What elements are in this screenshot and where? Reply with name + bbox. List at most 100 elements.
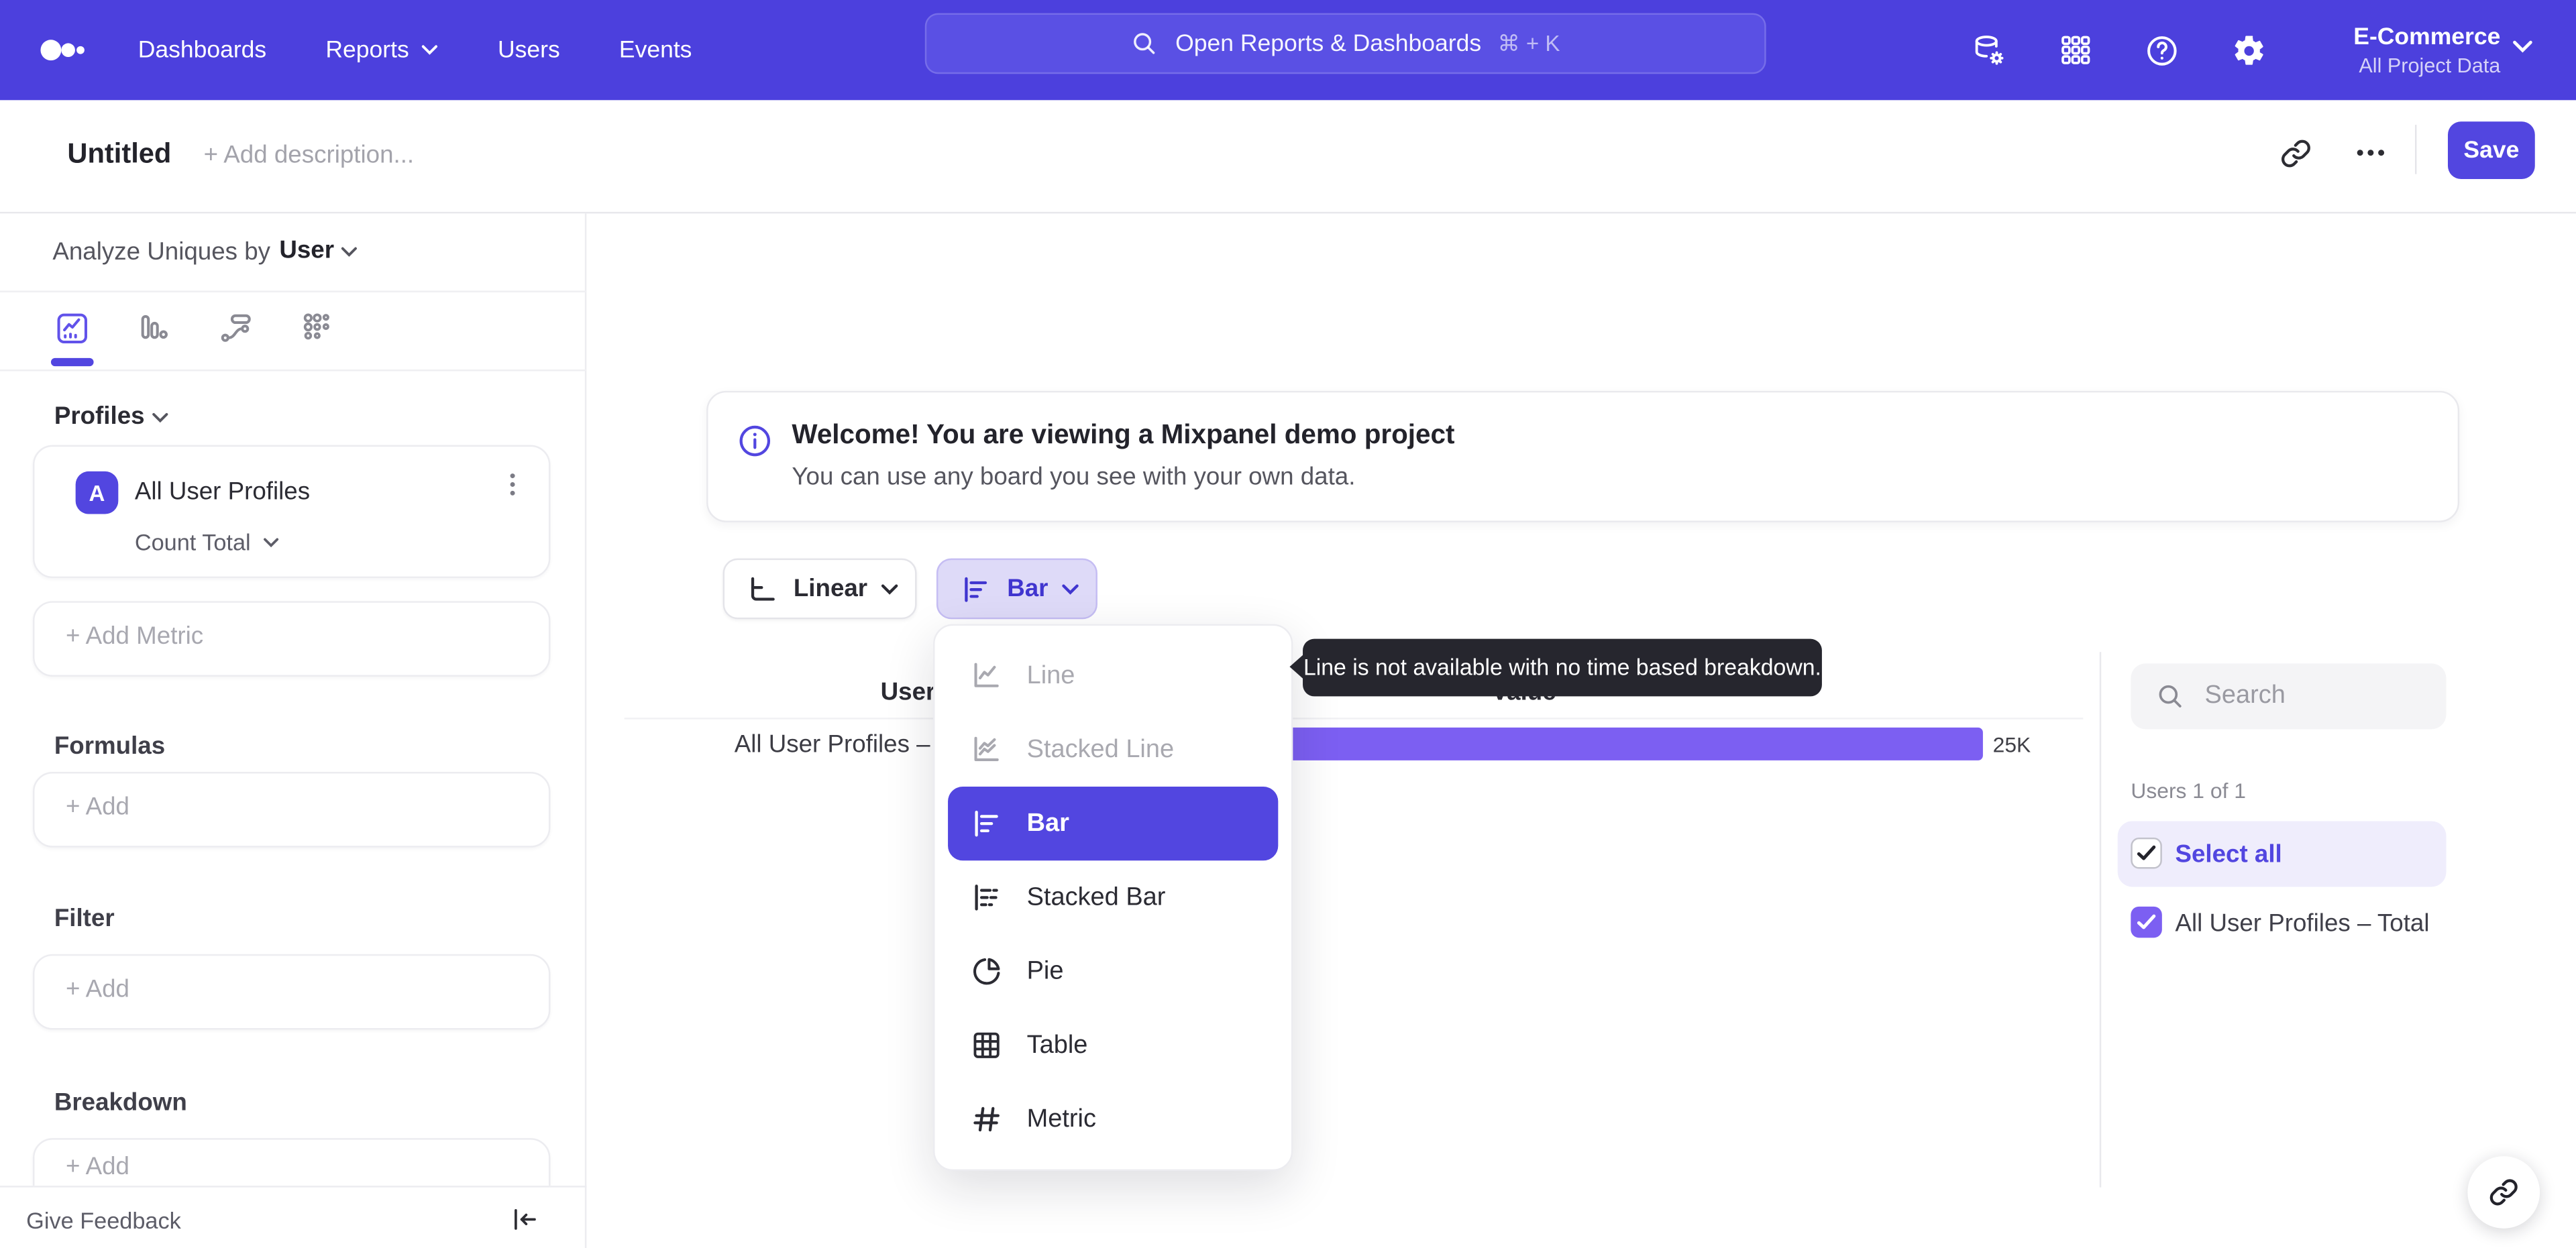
- nav-item-users[interactable]: Users: [498, 37, 560, 63]
- tooltip-text: Line is not available with no time based…: [1303, 655, 1821, 680]
- metric-name[interactable]: All User Profiles: [135, 478, 310, 506]
- banner-subtitle: You can use any board you see with your …: [792, 463, 1356, 492]
- chevron-down-icon: [2512, 40, 2533, 54]
- chart-type-dropdown-button[interactable]: Bar: [936, 558, 1097, 620]
- collapse-sidebar-icon[interactable]: [509, 1204, 541, 1235]
- add-formula-label: + Add: [65, 793, 129, 821]
- bar-chart-icon: [969, 806, 1004, 840]
- aggregation-dropdown[interactable]: Count Total: [135, 529, 251, 555]
- stacked-bar-chart-icon: [969, 881, 1004, 915]
- menu-item-label: Line: [1026, 661, 1075, 689]
- scale-label: Linear: [793, 575, 868, 603]
- select-all-label[interactable]: Select all: [2175, 841, 2282, 869]
- nav-item-label: Users: [497, 37, 560, 64]
- menu-item-line[interactable]: Line: [948, 639, 1278, 713]
- menu-item-table[interactable]: Table: [948, 1009, 1278, 1082]
- banner-title: Welcome! You are viewing a Mixpanel demo…: [792, 420, 1455, 451]
- series-label[interactable]: All User Profiles – Total: [2175, 910, 2429, 938]
- line-chart-icon: [969, 659, 1004, 693]
- add-breakdown-label: + Add: [65, 1153, 129, 1181]
- mixpanel-logo-icon[interactable]: [40, 36, 86, 64]
- project-name: E-Commerce: [2353, 23, 2501, 50]
- settings-gear-icon[interactable]: [2231, 32, 2267, 68]
- chevron-down-icon: [1061, 582, 1079, 595]
- save-button[interactable]: Save: [2447, 121, 2535, 179]
- tab-insights[interactable]: [54, 310, 91, 347]
- table-icon: [969, 1028, 1004, 1062]
- project-switcher[interactable]: E-Commerce All Project Data: [2316, 0, 2500, 100]
- series-checkbox[interactable]: [2131, 906, 2162, 938]
- filter-section-label: Filter: [54, 905, 115, 933]
- project-scope: All Project Data: [2359, 53, 2501, 76]
- tooltip: Line is not available with no time based…: [1303, 638, 1822, 697]
- sidebar-divider: [0, 370, 587, 372]
- kebab-menu-icon[interactable]: [498, 469, 527, 499]
- menu-item-bar[interactable]: Bar: [948, 787, 1279, 861]
- menu-item-pie[interactable]: Pie: [948, 934, 1278, 1008]
- menu-item-label: Pie: [1026, 956, 1064, 985]
- nav-links: Dashboards Reports Users Events: [138, 0, 692, 100]
- analyze-entity-dropdown[interactable]: User: [279, 237, 334, 265]
- chevron-down-icon: [151, 412, 169, 424]
- menu-item-label: Stacked Line: [1026, 734, 1175, 763]
- chevron-down-icon: [263, 537, 279, 549]
- search-icon: [2155, 681, 2185, 711]
- copy-link-icon[interactable]: [2273, 131, 2316, 174]
- series-search: [2131, 663, 2447, 730]
- chart-header-divider: [624, 718, 2084, 720]
- profiles-section-label[interactable]: Profiles: [54, 402, 145, 431]
- menu-item-metric[interactable]: Metric: [948, 1082, 1278, 1156]
- panel-divider: [2099, 652, 2102, 1188]
- menu-item-label: Stacked Bar: [1026, 883, 1166, 911]
- sidebar-divider: [0, 290, 587, 292]
- report-title[interactable]: Untitled: [67, 138, 171, 171]
- chart-type-label: Bar: [1007, 575, 1049, 603]
- header-divider: [2415, 125, 2417, 174]
- nav-item-events[interactable]: Events: [619, 37, 692, 63]
- chevron-down-icon: [881, 582, 899, 595]
- analyze-prefix-label: Analyze Uniques by: [52, 238, 271, 266]
- tab-retention[interactable]: [301, 310, 337, 347]
- global-search-button[interactable]: Open Reports & Dashboards ⌘ + K: [924, 13, 1766, 74]
- apps-grid-icon[interactable]: [2059, 33, 2093, 67]
- active-tab-indicator: [50, 357, 94, 365]
- give-feedback-link[interactable]: Give Feedback: [26, 1207, 181, 1233]
- nav-item-dashboards[interactable]: Dashboards: [138, 37, 266, 63]
- chart-bar-value: 25K: [1992, 732, 2031, 757]
- pie-chart-icon: [969, 954, 1004, 988]
- chevron-down-icon: [340, 246, 358, 258]
- tab-funnels[interactable]: [136, 310, 172, 347]
- data-management-icon[interactable]: [1972, 32, 2008, 68]
- scale-dropdown-button[interactable]: Linear: [722, 558, 917, 620]
- menu-item-stacked-bar[interactable]: Stacked Bar: [948, 860, 1278, 934]
- menu-item-label: Table: [1026, 1030, 1088, 1059]
- add-filter-label: + Add: [65, 975, 129, 1004]
- formulas-section-label: Formulas: [54, 732, 166, 760]
- link-icon: [2487, 1176, 2520, 1208]
- tab-flows[interactable]: [219, 310, 255, 347]
- global-search-placeholder: Open Reports & Dashboards: [1175, 30, 1482, 57]
- add-description-placeholder[interactable]: + Add description...: [204, 141, 414, 170]
- help-icon[interactable]: [2144, 32, 2180, 68]
- nav-item-reports[interactable]: Reports: [325, 37, 438, 63]
- mixpanel-report-builder: Dashboards Reports Users Events Open Rep…: [0, 0, 2576, 1248]
- search-shortcut: ⌘ + K: [1497, 30, 1560, 56]
- metric-hash-icon: [969, 1102, 1004, 1136]
- add-metric-label: + Add Metric: [65, 622, 204, 650]
- stacked-line-chart-icon: [969, 732, 1004, 767]
- metric-badge: A: [75, 471, 119, 514]
- chevron-down-icon: [421, 44, 439, 56]
- menu-item-stacked-line[interactable]: Stacked Line: [948, 713, 1278, 787]
- nav-item-label: Reports: [325, 37, 409, 64]
- info-icon: [736, 422, 773, 459]
- share-link-fab[interactable]: [2467, 1156, 2540, 1229]
- menu-item-label: Metric: [1026, 1104, 1096, 1133]
- more-options-icon[interactable]: [2349, 131, 2392, 174]
- breakdown-section-label: Breakdown: [54, 1088, 187, 1117]
- series-search-input[interactable]: [2201, 679, 2416, 713]
- linear-scale-icon: [746, 572, 779, 605]
- select-all-checkbox[interactable]: [2131, 837, 2162, 869]
- chart-type-menu: Line Stacked Line Bar Stacked Bar Pie Ta…: [933, 624, 1293, 1172]
- nav-item-label: Dashboards: [138, 37, 267, 64]
- nav-icon-group: [1972, 0, 2267, 100]
